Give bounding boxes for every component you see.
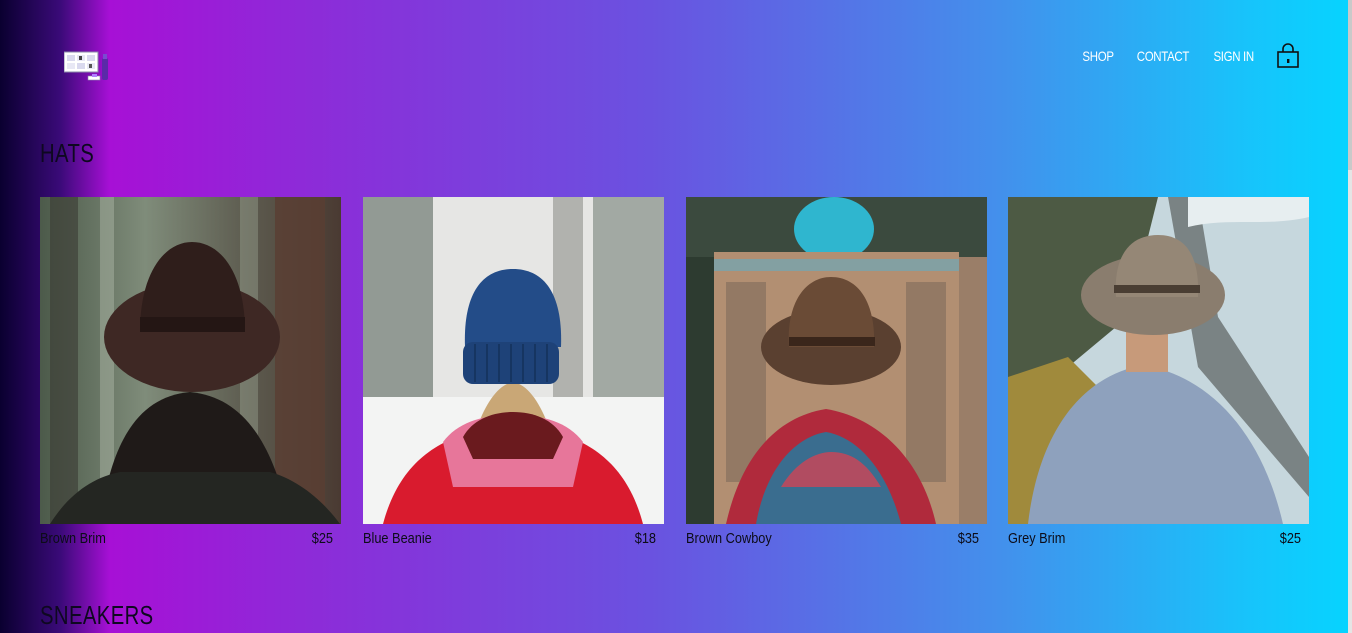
- product-image[interactable]: [40, 197, 341, 524]
- product-image[interactable]: [1008, 197, 1309, 524]
- product-price: $18: [634, 530, 656, 547]
- product-image[interactable]: [686, 197, 987, 524]
- product-meta: Brown Cowboy $35: [686, 530, 979, 547]
- product-name: Brown Cowboy: [686, 530, 772, 547]
- section-title-hats[interactable]: HATS: [40, 138, 94, 169]
- shopping-bag-icon[interactable]: [1276, 43, 1300, 69]
- product-card[interactable]: Grey Brim $25: [1008, 197, 1309, 557]
- nav-shop-link[interactable]: SHOP: [1082, 48, 1114, 64]
- product-grid: Brown Brim $25 Blue Beanie $18 Brown Cow…: [40, 197, 1309, 557]
- product-name: Blue Beanie: [363, 530, 432, 547]
- product-price: $25: [1279, 530, 1301, 547]
- nav-contact-link[interactable]: CONTACT: [1137, 48, 1190, 64]
- product-card[interactable]: Brown Cowboy $35: [686, 197, 987, 557]
- vertical-scrollbar[interactable]: [1348, 0, 1352, 633]
- scrollbar-thumb[interactable]: [1348, 0, 1352, 170]
- product-meta: Blue Beanie $18: [363, 530, 656, 547]
- product-card[interactable]: Brown Brim $25: [40, 197, 341, 557]
- site-header: SHOP CONTACT SIGN IN: [0, 0, 1352, 120]
- logo-icon[interactable]: [63, 50, 112, 84]
- main-nav: SHOP CONTACT SIGN IN: [1065, 43, 1300, 69]
- product-card[interactable]: Blue Beanie $18: [363, 197, 664, 557]
- product-meta: Grey Brim $25: [1008, 530, 1301, 547]
- product-meta: Brown Brim $25: [40, 530, 333, 547]
- product-name: Brown Brim: [40, 530, 106, 547]
- product-price: $25: [311, 530, 333, 547]
- nav-sign-in-link[interactable]: SIGN IN: [1213, 48, 1254, 64]
- product-price: $35: [957, 530, 979, 547]
- product-name: Grey Brim: [1008, 530, 1066, 547]
- section-title-sneakers[interactable]: SNEAKERS: [40, 600, 154, 631]
- product-image[interactable]: [363, 197, 664, 524]
